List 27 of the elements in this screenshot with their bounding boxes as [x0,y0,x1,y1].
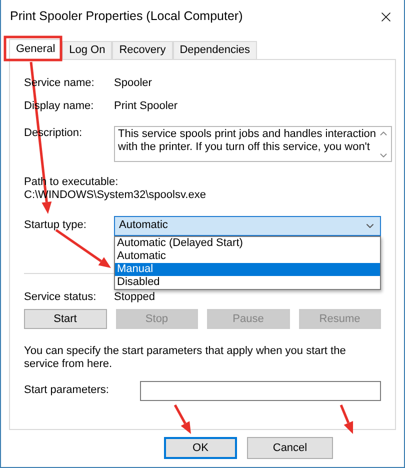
annotation-arrow [340,404,354,434]
dropdown-option[interactable]: Disabled [115,276,380,288]
annotation-arrow [55,228,111,268]
tab[interactable]: General [9,39,62,60]
field-label: Startup type: [24,219,86,232]
tab[interactable]: Dependencies [172,41,258,59]
tab[interactable]: Log On [62,41,112,59]
window-title: Print Spooler Properties (Local Computer) [10,10,243,23]
field-label: Start parameters: [24,384,109,397]
description-line: with the printer. If you turn off this service, you won't [118,141,371,154]
dialog-button[interactable]: OK [164,437,237,459]
highlight-frame [4,36,62,62]
field-value: Spooler [114,77,152,90]
field-value: Print Spooler [114,100,178,113]
dropdown-option[interactable]: Automatic (Delayed Start) [115,236,380,250]
service-button[interactable]: Start [24,309,106,329]
description-box[interactable]: This service spools print jobs and handles interaction with the printer. If you turn off this service, you won't [114,126,392,162]
dropdown-option[interactable]: Manual [115,262,380,276]
annotation-arrow [174,404,191,434]
dialog-button[interactable]: Cancel [247,437,333,459]
status-value: Stopped [114,290,155,304]
field-label: Service status: [24,290,96,304]
hint-text: You can specify the start parameters that apply when you start the service from here. [24,345,347,371]
description-line: This service spools print jobs and handles interaction [118,128,376,141]
start-parameters-field[interactable] [140,380,381,400]
tab[interactable]: Recovery [112,41,173,59]
dropdown-option[interactable]: Automatic [115,250,380,262]
